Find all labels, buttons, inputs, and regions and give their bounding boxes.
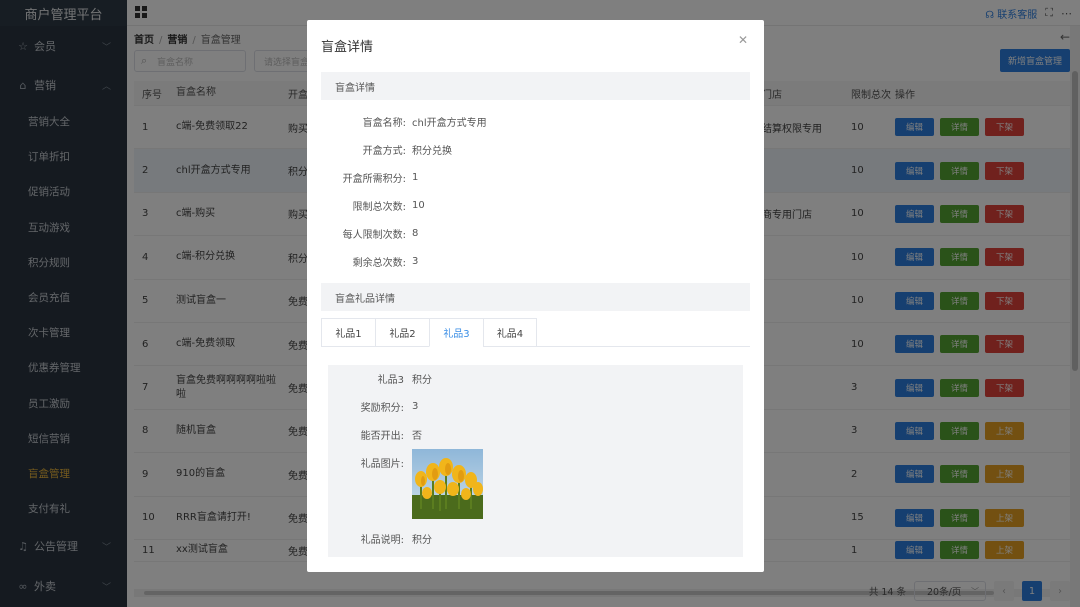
gift-detail-panel: 礼品3 积分 奖励积分: 3 能否开出: 否 礼品图片: 礼品说明: 积分 [328, 365, 743, 557]
section-header-detail: 盲盒详情 [321, 72, 750, 100]
field-value: 1 [412, 171, 419, 183]
field-row: 开盒所需积分: 1 [342, 171, 419, 185]
field-row: 开盒方式: 积分兑换 [321, 139, 750, 159]
field-value: 8 [412, 227, 419, 239]
close-icon[interactable]: ✕ [738, 33, 748, 47]
section-header-gifts: 盲盒礼品详情 [321, 283, 750, 311]
field-value: 积分兑换 [412, 145, 452, 157]
gift-type-row: 礼品3 积分 [377, 374, 432, 386]
gift-tabs: 礼品1 礼品2 礼品3 礼品4 [321, 318, 750, 347]
modal-title: 盲盒详情 [321, 40, 374, 55]
gift-desc-row: 礼品说明: 积分 [360, 534, 432, 546]
gift-image-row: 礼品图片: [360, 458, 404, 470]
gift-open-row: 能否开出: 否 [360, 430, 422, 442]
blindbox-detail-modal: 盲盒详情 ✕ 盲盒详情 盲盒名称: chl开盒方式专用 开盒方式: 积分兑换 开盒所… [307, 20, 764, 572]
tab-gift-2[interactable]: 礼品2 [375, 318, 429, 347]
field-row: 限制总次数: 10 [352, 199, 425, 213]
tab-gift-3[interactable]: 礼品3 [429, 318, 483, 347]
tab-gift-1[interactable]: 礼品1 [321, 318, 375, 347]
field-value: 3 [412, 255, 419, 267]
field-value: chl开盒方式专用 [412, 117, 487, 129]
field-row: 盲盒名称: chl开盒方式专用 [321, 111, 750, 131]
field-row: 每人限制次数: 8 [342, 227, 419, 241]
tab-gift-4[interactable]: 礼品4 [483, 318, 537, 347]
field-value: 10 [412, 199, 425, 211]
gift-image [412, 449, 483, 519]
gift-points-row: 奖励积分: 3 [360, 400, 419, 414]
field-row: 剩余总次数: 3 [352, 255, 419, 269]
